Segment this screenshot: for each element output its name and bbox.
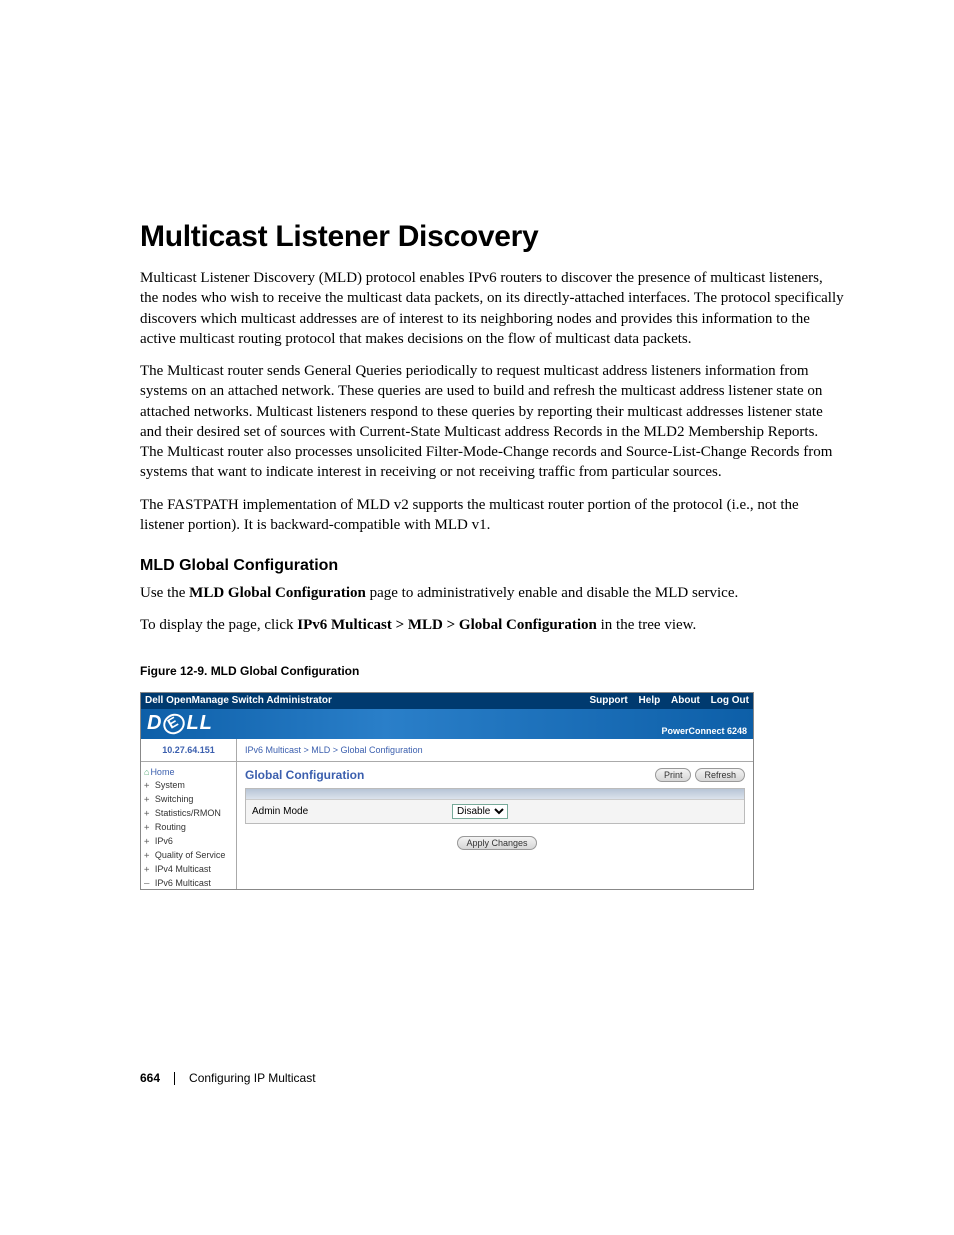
main-panel: IPv6 Multicast > MLD > Global Configurat… (237, 739, 753, 889)
tree-item-ipv4-multicast[interactable]: + IPv4 Multicast (144, 863, 233, 877)
config-row-admin-mode: Admin Mode Disable (246, 799, 744, 823)
admin-mode-select[interactable]: Disable (452, 804, 508, 819)
tree-item-statistics[interactable]: + Statistics/RMON (144, 807, 233, 821)
tree-item-ipv6[interactable]: + IPv6 (144, 835, 233, 849)
app-title: Dell OpenManage Switch Administrator (145, 695, 581, 706)
link-support[interactable]: Support (589, 695, 627, 706)
dell-logo: DELL (147, 712, 213, 735)
tree-item-ipv6-multicast[interactable]: – IPv6 Multicast (144, 877, 233, 889)
tree-item-system[interactable]: + System (144, 779, 233, 793)
figure-caption: Figure 12-9. MLD Global Configuration (140, 664, 844, 678)
page-title: Global Configuration (245, 768, 651, 782)
section-heading: Multicast Listener Discovery (140, 220, 844, 254)
text-fragment: in the tree view. (597, 617, 696, 633)
tree-item-switching[interactable]: + Switching (144, 793, 233, 807)
apply-changes-button[interactable]: Apply Changes (457, 836, 536, 850)
body-paragraph-2: The Multicast router sends General Queri… (140, 361, 844, 483)
bold-path: IPv6 Multicast > MLD > Global Configurat… (297, 617, 597, 633)
sidebar-ip: 10.27.64.151 (141, 739, 236, 762)
text-fragment: Use the (140, 585, 189, 601)
link-logout[interactable]: Log Out (711, 695, 749, 706)
app-titlebar: Dell OpenManage Switch Administrator Sup… (141, 693, 753, 709)
config-panel: Admin Mode Disable (245, 788, 745, 824)
nav-tree: ⌂Home + System + Switching + Statistics/… (141, 762, 236, 889)
tree-item-routing[interactable]: + Routing (144, 821, 233, 835)
body-paragraph-1: Multicast Listener Discovery (MLD) proto… (140, 268, 844, 349)
tree-home[interactable]: ⌂Home (144, 766, 233, 779)
topbar-links: Support Help About Log Out (581, 695, 749, 706)
text-fragment: page to administratively enable and disa… (366, 585, 738, 601)
usage-paragraph: Use the MLD Global Configuration page to… (140, 583, 844, 603)
brand-bar: DELL PowerConnect 6248 (141, 709, 753, 739)
body-paragraph-3: The FASTPATH implementation of MLD v2 su… (140, 495, 844, 536)
print-button[interactable]: Print (655, 768, 692, 782)
link-about[interactable]: About (671, 695, 700, 706)
link-help[interactable]: Help (639, 695, 661, 706)
sidebar: 10.27.64.151 ⌂Home + System + Switching … (141, 739, 237, 889)
refresh-button[interactable]: Refresh (695, 768, 745, 782)
page-footer: 664 Configuring IP Multicast (140, 1071, 316, 1085)
product-name: PowerConnect 6248 (661, 726, 747, 736)
footer-divider (174, 1072, 175, 1085)
config-label: Admin Mode (252, 806, 452, 817)
breadcrumb: IPv6 Multicast > MLD > Global Configurat… (237, 739, 753, 762)
text-fragment: To display the page, click (140, 617, 297, 633)
embedded-screenshot: Dell OpenManage Switch Administrator Sup… (140, 692, 754, 890)
subsection-heading: MLD Global Configuration (140, 557, 844, 575)
navigation-paragraph: To display the page, click IPv6 Multicas… (140, 615, 844, 635)
config-panel-header (246, 789, 744, 799)
tree-item-qos[interactable]: + Quality of Service (144, 849, 233, 863)
bold-term: MLD Global Configuration (189, 585, 366, 601)
home-icon: ⌂ (144, 767, 149, 777)
footer-section: Configuring IP Multicast (189, 1071, 316, 1085)
page-number: 664 (140, 1071, 160, 1085)
